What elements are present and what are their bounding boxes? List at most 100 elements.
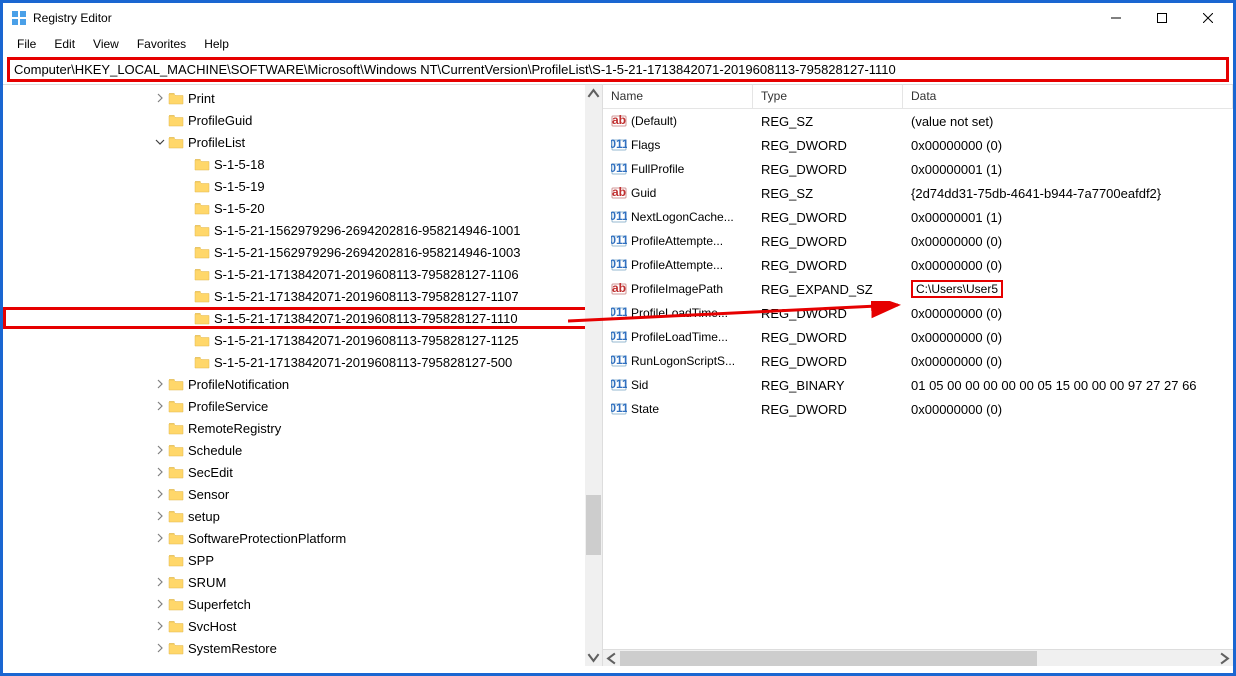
tree-item[interactable]: Superfetch xyxy=(3,593,602,615)
column-header-type[interactable]: Type xyxy=(753,85,903,108)
menu-favorites[interactable]: Favorites xyxy=(129,35,194,53)
expander-icon[interactable] xyxy=(153,465,167,479)
list-row[interactable]: 011FlagsREG_DWORD0x00000000 (0) xyxy=(603,133,1233,157)
list-row[interactable]: abProfileImagePathREG_EXPAND_SZC:\Users\… xyxy=(603,277,1233,301)
list-row[interactable]: ab(Default)REG_SZ(value not set) xyxy=(603,109,1233,133)
expander-icon[interactable] xyxy=(179,245,193,259)
scroll-right-button[interactable] xyxy=(1216,650,1233,667)
list-row[interactable]: 011NextLogonCache...REG_DWORD0x00000001 … xyxy=(603,205,1233,229)
expander-icon[interactable] xyxy=(153,421,167,435)
tree-item[interactable]: S-1-5-21-1713842071-2019608113-795828127… xyxy=(3,263,602,285)
tree-item[interactable]: SvcHost xyxy=(3,615,602,637)
expander-icon[interactable] xyxy=(179,157,193,171)
folder-icon xyxy=(194,333,210,347)
list-row[interactable]: 011ProfileLoadTime...REG_DWORD0x00000000… xyxy=(603,325,1233,349)
list-row[interactable]: 011RunLogonScriptS...REG_DWORD0x00000000… xyxy=(603,349,1233,373)
expander-icon[interactable] xyxy=(153,91,167,105)
tree-item[interactable]: S-1-5-20 xyxy=(3,197,602,219)
expander-icon[interactable] xyxy=(153,531,167,545)
list-row[interactable]: abGuidREG_SZ{2d74dd31-75db-4641-b944-7a7… xyxy=(603,181,1233,205)
tree-item-label: SRUM xyxy=(188,575,226,590)
menu-edit[interactable]: Edit xyxy=(46,35,83,53)
expander-icon[interactable] xyxy=(153,597,167,611)
tree-item[interactable]: S-1-5-21-1713842071-2019608113-795828127… xyxy=(3,307,602,329)
folder-icon xyxy=(168,465,184,479)
tree-item[interactable]: ProfileService xyxy=(3,395,602,417)
list-pane[interactable]: Name Type Data ab(Default)REG_SZ(value n… xyxy=(603,85,1233,666)
menu-file[interactable]: File xyxy=(9,35,44,53)
expander-icon[interactable] xyxy=(153,553,167,567)
menu-view[interactable]: View xyxy=(85,35,127,53)
expander-icon[interactable] xyxy=(153,487,167,501)
list-row[interactable]: 011FullProfileREG_DWORD0x00000001 (1) xyxy=(603,157,1233,181)
value-name-cell: 011State xyxy=(603,399,753,419)
expander-icon[interactable] xyxy=(153,135,167,149)
list-row[interactable]: 011StateREG_DWORD0x00000000 (0) xyxy=(603,397,1233,421)
scroll-thumb-horizontal[interactable] xyxy=(620,651,1037,666)
tree-item-label: SystemRestore xyxy=(188,641,277,656)
tree-item[interactable]: SoftwareProtectionPlatform xyxy=(3,527,602,549)
list-row[interactable]: 011ProfileAttempte...REG_DWORD0x00000000… xyxy=(603,253,1233,277)
tree-item[interactable]: S-1-5-21-1562979296-2694202816-958214946… xyxy=(3,219,602,241)
menu-help[interactable]: Help xyxy=(196,35,237,53)
tree-item[interactable]: setup xyxy=(3,505,602,527)
expander-icon[interactable] xyxy=(179,201,193,215)
list-row[interactable]: 011ProfileAttempte...REG_DWORD0x00000000… xyxy=(603,229,1233,253)
list-row[interactable]: 011SidREG_BINARY01 05 00 00 00 00 00 05 … xyxy=(603,373,1233,397)
binary-value-icon: 011 xyxy=(611,329,627,345)
expander-icon[interactable] xyxy=(153,509,167,523)
tree-item[interactable]: S-1-5-18 xyxy=(3,153,602,175)
tree-item[interactable]: Sensor xyxy=(3,483,602,505)
tree-item[interactable]: S-1-5-19 xyxy=(3,175,602,197)
tree-item[interactable]: S-1-5-21-1713842071-2019608113-795828127… xyxy=(3,351,602,373)
expander-icon[interactable] xyxy=(153,113,167,127)
tree-item[interactable]: S-1-5-21-1713842071-2019608113-795828127… xyxy=(3,285,602,307)
tree-item[interactable]: S-1-5-21-1562979296-2694202816-958214946… xyxy=(3,241,602,263)
expander-icon[interactable] xyxy=(153,641,167,655)
expander-icon[interactable] xyxy=(179,355,193,369)
expander-icon[interactable] xyxy=(179,289,193,303)
tree-item[interactable]: SecEdit xyxy=(3,461,602,483)
expander-icon[interactable] xyxy=(153,575,167,589)
tree-item[interactable]: SPP xyxy=(3,549,602,571)
column-header-name[interactable]: Name xyxy=(603,85,753,108)
folder-icon xyxy=(168,377,184,391)
maximize-button[interactable] xyxy=(1139,3,1185,33)
expander-icon[interactable] xyxy=(179,223,193,237)
tree-item[interactable]: SystemRestore xyxy=(3,637,602,659)
tree-pane[interactable]: PrintProfileGuidProfileListS-1-5-18S-1-5… xyxy=(3,85,603,666)
minimize-button[interactable] xyxy=(1093,3,1139,33)
binary-value-icon: 011 xyxy=(611,377,627,393)
scroll-down-button[interactable] xyxy=(585,649,602,666)
tree-item[interactable]: Print xyxy=(3,87,602,109)
tree-item[interactable]: SRUM xyxy=(3,571,602,593)
expander-icon[interactable] xyxy=(153,443,167,457)
address-input[interactable] xyxy=(14,62,1222,77)
tree-item[interactable]: S-1-5-21-1713842071-2019608113-795828127… xyxy=(3,329,602,351)
folder-icon xyxy=(194,311,210,325)
tree-item[interactable]: Schedule xyxy=(3,439,602,461)
close-button[interactable] xyxy=(1185,3,1231,33)
scroll-up-button[interactable] xyxy=(585,85,602,102)
value-name-cell: 011ProfileLoadTime... xyxy=(603,327,753,347)
tree-item[interactable]: ProfileList xyxy=(3,131,602,153)
expander-icon[interactable] xyxy=(153,619,167,633)
expander-icon[interactable] xyxy=(179,179,193,193)
tree-item[interactable]: ProfileNotification xyxy=(3,373,602,395)
tree-vertical-scrollbar[interactable] xyxy=(585,85,602,666)
expander-icon[interactable] xyxy=(153,377,167,391)
expander-icon[interactable] xyxy=(179,267,193,281)
list-row[interactable]: 011ProfileLoadTime...REG_DWORD0x00000000… xyxy=(603,301,1233,325)
expander-icon[interactable] xyxy=(179,311,193,325)
folder-icon xyxy=(168,135,184,149)
folder-icon xyxy=(168,113,184,127)
tree-item[interactable]: ProfileGuid xyxy=(3,109,602,131)
list-horizontal-scrollbar[interactable] xyxy=(603,649,1233,666)
scroll-thumb-vertical[interactable] xyxy=(586,495,601,555)
column-header-data[interactable]: Data xyxy=(903,85,1233,108)
tree-item[interactable]: RemoteRegistry xyxy=(3,417,602,439)
value-type-cell: REG_DWORD xyxy=(753,232,903,251)
expander-icon[interactable] xyxy=(153,399,167,413)
scroll-left-button[interactable] xyxy=(603,650,620,667)
expander-icon[interactable] xyxy=(179,333,193,347)
